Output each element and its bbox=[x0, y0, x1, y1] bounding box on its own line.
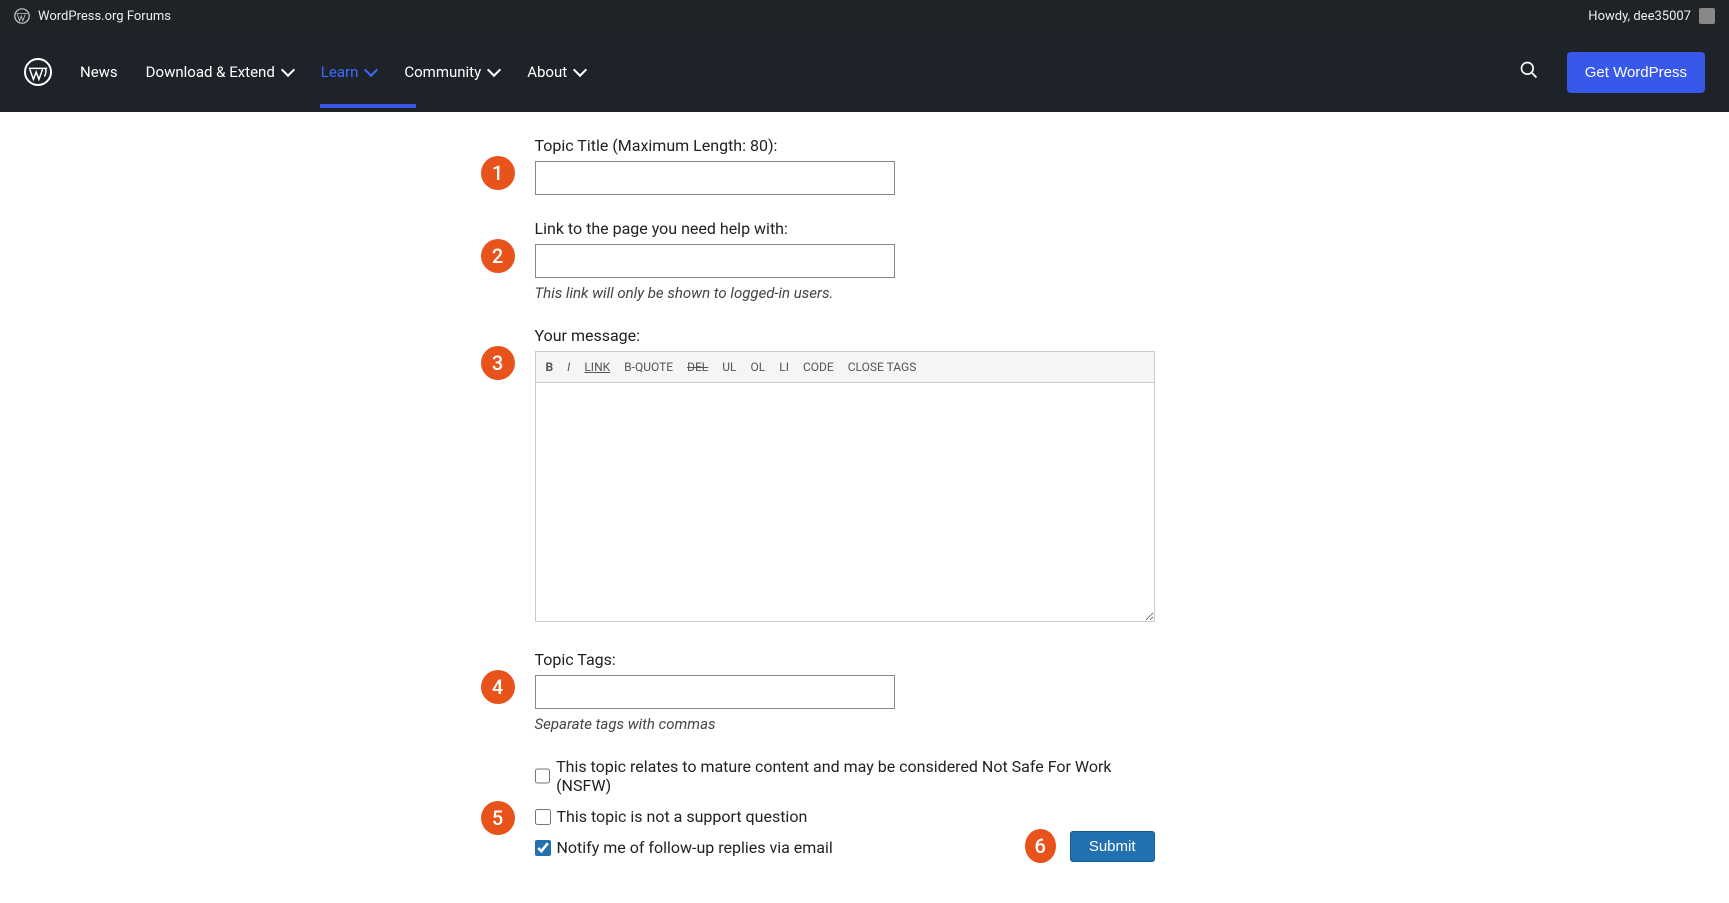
message-textarea[interactable] bbox=[535, 382, 1155, 622]
message-group: 3 Your message: B I LINK B-QUOTE DEL UL … bbox=[535, 326, 1155, 626]
admin-bar-right: Howdy, dee35007 bbox=[1588, 8, 1715, 24]
notify-checkbox[interactable] bbox=[535, 840, 551, 856]
howdy-link[interactable]: Howdy, dee35007 bbox=[1588, 9, 1691, 24]
toolbar-italic-button[interactable]: I bbox=[567, 360, 570, 374]
step-badge-4: 4 bbox=[481, 670, 515, 704]
nav-item-download[interactable]: Download & Extend bbox=[146, 63, 293, 81]
nav-label: Learn bbox=[321, 63, 359, 81]
nav-label: About bbox=[527, 63, 567, 81]
nsfw-checkbox[interactable] bbox=[535, 768, 551, 784]
topic-form: 1 Topic Title (Maximum Length: 80): 2 Li… bbox=[535, 136, 1155, 863]
topic-title-group: 1 Topic Title (Maximum Length: 80): bbox=[535, 136, 1155, 195]
step-badge-3: 3 bbox=[481, 346, 515, 380]
link-label: Link to the page you need help with: bbox=[535, 219, 1155, 238]
submit-button[interactable]: Submit bbox=[1070, 831, 1155, 862]
toolbar-link-button[interactable]: LINK bbox=[584, 360, 610, 374]
site-title-link[interactable]: WordPress.org Forums bbox=[38, 9, 171, 24]
step-badge-1: 1 bbox=[481, 156, 515, 190]
nsfw-row: This topic relates to mature content and… bbox=[535, 757, 1155, 795]
nsfw-label: This topic relates to mature content and… bbox=[556, 757, 1154, 795]
tags-label: Topic Tags: bbox=[535, 650, 1155, 669]
toolbar-code-button[interactable]: CODE bbox=[803, 360, 834, 374]
link-hint: This link will only be shown to logged-i… bbox=[535, 284, 1155, 302]
admin-bar-left: WordPress.org Forums bbox=[14, 8, 171, 24]
toolbar-ul-button[interactable]: UL bbox=[722, 360, 736, 374]
tags-input[interactable] bbox=[535, 675, 895, 709]
step-badge-2: 2 bbox=[481, 239, 515, 273]
get-wordpress-button[interactable]: Get WordPress bbox=[1567, 52, 1705, 93]
chevron-down-icon bbox=[573, 63, 587, 77]
main-nav: News Download & Extend Learn Community A… bbox=[0, 32, 1729, 112]
link-input[interactable] bbox=[535, 244, 895, 278]
nav-items: News Download & Extend Learn Community A… bbox=[80, 63, 1491, 81]
topic-title-input[interactable] bbox=[535, 161, 895, 195]
nav-label: News bbox=[80, 63, 118, 81]
admin-bar: WordPress.org Forums Howdy, dee35007 bbox=[0, 0, 1729, 32]
nav-item-about[interactable]: About bbox=[527, 63, 585, 81]
not-support-row: 5 This topic is not a support question bbox=[535, 807, 1155, 826]
step-badge-6: 6 bbox=[1025, 829, 1056, 863]
topic-title-label: Topic Title (Maximum Length: 80): bbox=[535, 136, 1155, 155]
avatar[interactable] bbox=[1699, 8, 1715, 24]
nav-item-news[interactable]: News bbox=[80, 63, 118, 81]
notify-label: Notify me of follow-up replies via email bbox=[557, 838, 833, 857]
message-label: Your message: bbox=[535, 326, 1155, 345]
toolbar-del-button[interactable]: DEL bbox=[687, 360, 708, 374]
search-icon[interactable] bbox=[1519, 60, 1539, 84]
editor-toolbar: B I LINK B-QUOTE DEL UL OL LI CODE CLOSE… bbox=[535, 351, 1155, 382]
active-tab-underline bbox=[320, 104, 416, 108]
tags-group: 4 Topic Tags: Separate tags with commas bbox=[535, 650, 1155, 733]
not-support-label: This topic is not a support question bbox=[557, 807, 808, 826]
toolbar-close-button[interactable]: CLOSE TAGS bbox=[848, 360, 917, 374]
not-support-checkbox[interactable] bbox=[535, 809, 551, 825]
submit-row: 6 Submit bbox=[1025, 829, 1155, 863]
chevron-down-icon bbox=[281, 63, 295, 77]
tags-hint: Separate tags with commas bbox=[535, 715, 1155, 733]
nav-label: Download & Extend bbox=[146, 63, 275, 81]
nav-item-community[interactable]: Community bbox=[404, 63, 499, 81]
toolbar-ol-button[interactable]: OL bbox=[751, 360, 766, 374]
toolbar-li-button[interactable]: LI bbox=[779, 360, 789, 374]
chevron-down-icon bbox=[487, 63, 501, 77]
chevron-down-icon bbox=[364, 63, 378, 77]
toolbar-bold-button[interactable]: B bbox=[546, 360, 554, 374]
toolbar-bquote-button[interactable]: B-QUOTE bbox=[624, 360, 673, 374]
wordpress-small-icon[interactable] bbox=[14, 8, 30, 24]
step-badge-5: 5 bbox=[481, 801, 515, 835]
link-group: 2 Link to the page you need help with: T… bbox=[535, 219, 1155, 302]
wordpress-logo-icon[interactable] bbox=[24, 58, 52, 86]
nav-right: Get WordPress bbox=[1519, 52, 1705, 93]
nav-label: Community bbox=[404, 63, 481, 81]
nav-item-learn[interactable]: Learn bbox=[321, 63, 377, 81]
